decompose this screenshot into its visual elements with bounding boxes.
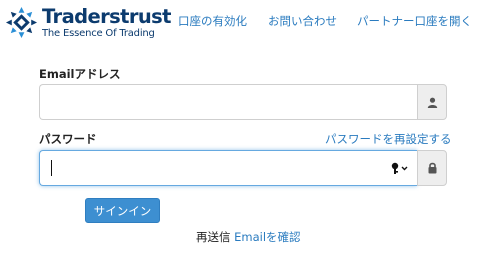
header: Traderstrust The Essence Of Trading 口座の有…	[0, 0, 480, 48]
email-label: Emailアドレス	[39, 67, 121, 81]
brand-tagline: The Essence Of Trading	[42, 28, 155, 39]
resend-text: 再送信	[196, 230, 231, 244]
logo-icon	[5, 6, 38, 39]
brand-name: Traderstrust	[42, 5, 172, 28]
lock-icon	[428, 162, 437, 174]
nav-activate-account[interactable]: 口座の有効化	[178, 13, 247, 29]
user-icon	[427, 97, 438, 108]
resend-email-line: 再送信 Emailを確認	[196, 229, 301, 245]
nav-partner-account[interactable]: パートナー口座を開く	[357, 13, 472, 29]
password-manager-key-icon[interactable]	[391, 161, 411, 175]
reset-password-link[interactable]: パスワードを再設定する	[325, 131, 452, 147]
nav-contact[interactable]: お問い合わせ	[268, 13, 337, 29]
email-addon	[417, 84, 447, 120]
email-input-group	[39, 84, 447, 120]
password-input-group	[39, 150, 447, 186]
password-input[interactable]	[39, 150, 417, 186]
email-input[interactable]	[39, 84, 417, 120]
text-caret	[51, 160, 52, 176]
signin-button[interactable]: サインイン	[85, 198, 160, 223]
logo[interactable]: Traderstrust The Essence Of Trading	[5, 5, 172, 43]
password-label: パスワード	[39, 132, 97, 146]
password-addon	[417, 150, 447, 186]
confirm-email-link[interactable]: Emailを確認	[234, 230, 300, 244]
